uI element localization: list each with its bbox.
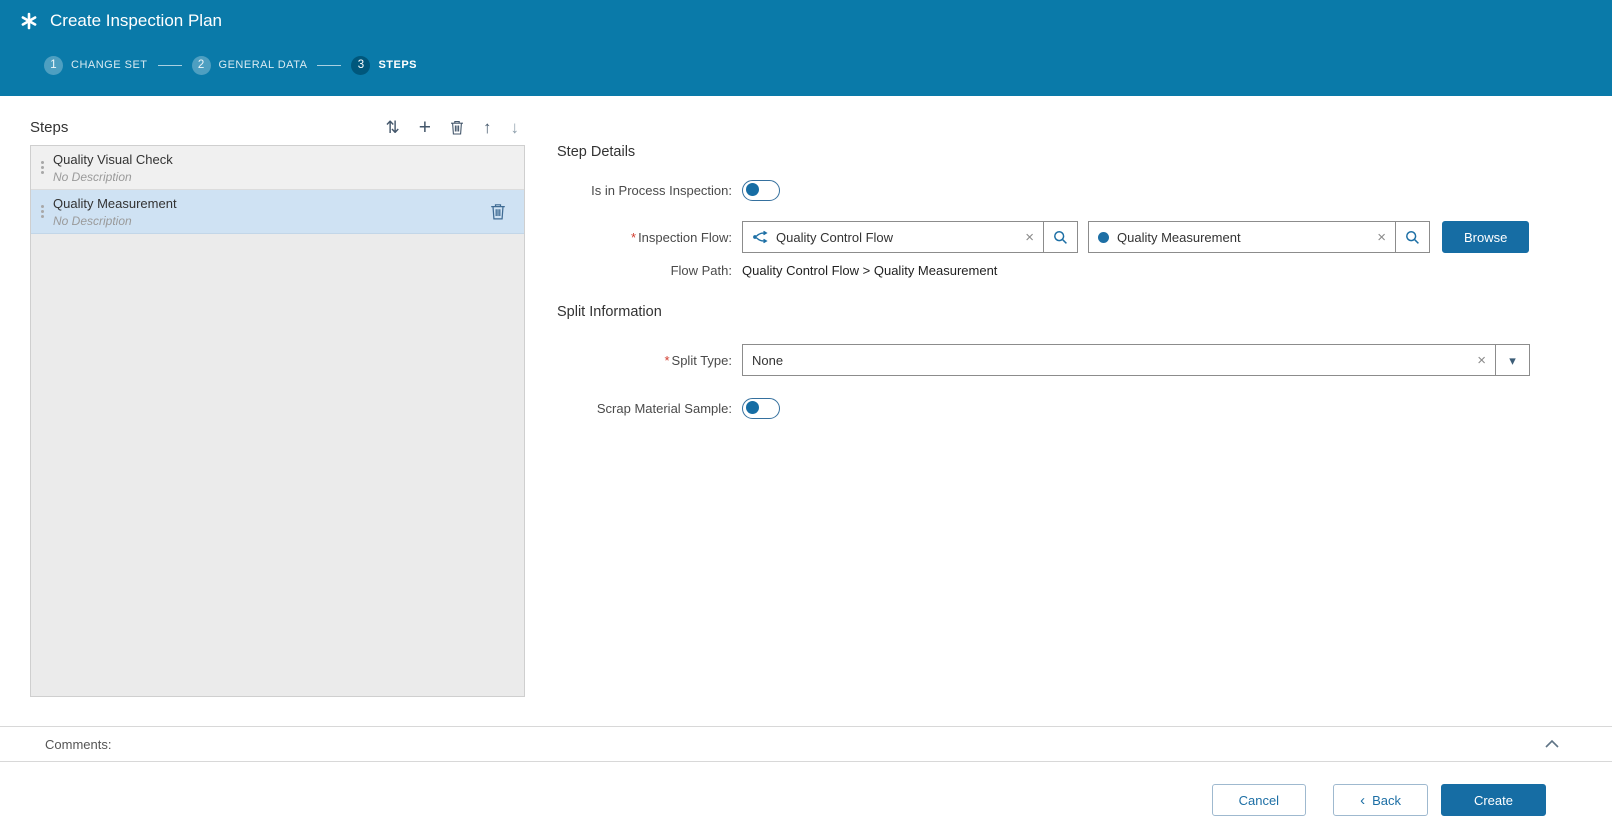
inspection-flow-label: *Inspection Flow: bbox=[557, 230, 742, 245]
section-step-details: Step Details bbox=[557, 144, 1612, 160]
required-marker: * bbox=[664, 353, 669, 368]
search-icon[interactable] bbox=[1396, 221, 1430, 253]
list-item[interactable]: Quality Visual Check No Description bbox=[31, 146, 524, 190]
delete-icon[interactable] bbox=[450, 120, 464, 135]
steps-panel: Steps ⇅ + ↑ ↓ bbox=[30, 96, 525, 726]
drag-handle-icon[interactable] bbox=[41, 205, 44, 208]
details-panel: Step Details Is in Process Inspection: *… bbox=[525, 96, 1612, 726]
step-number: 3 bbox=[351, 56, 370, 75]
browse-button[interactable]: Browse bbox=[1442, 221, 1529, 253]
scrap-material-label: Scrap Material Sample: bbox=[557, 401, 742, 416]
inspection-flow-field-2[interactable]: Quality Measurement × bbox=[1088, 221, 1396, 253]
in-process-label: Is in Process Inspection: bbox=[557, 183, 742, 198]
steps-list: Quality Visual Check No Description Qual… bbox=[30, 145, 525, 697]
step-item-name: Quality Measurement bbox=[53, 196, 490, 211]
comments-bar: Comments: bbox=[0, 726, 1612, 762]
field-value: Quality Control Flow bbox=[776, 230, 1017, 245]
step-steps[interactable]: 3 STEPS bbox=[351, 56, 417, 75]
field-value: None bbox=[752, 353, 1469, 368]
delete-step-icon[interactable] bbox=[490, 203, 506, 220]
step-label: STEPS bbox=[378, 59, 417, 71]
step-general-data[interactable]: 2 GENERAL DATA bbox=[192, 56, 308, 75]
step-item-description: No Description bbox=[53, 170, 514, 184]
drag-handle-icon[interactable] bbox=[41, 161, 44, 164]
step-item-description: No Description bbox=[53, 214, 490, 228]
step-label: CHANGE SET bbox=[71, 59, 148, 71]
split-type-select: None × ▾ bbox=[742, 344, 1530, 376]
inspection-flow-field-1[interactable]: Quality Control Flow × bbox=[742, 221, 1044, 253]
step-number: 1 bbox=[44, 56, 63, 75]
label-text: Split Type: bbox=[672, 353, 732, 368]
steps-toolbar: ⇅ + ↑ ↓ bbox=[385, 117, 525, 138]
chevron-left-icon: ‹ bbox=[1360, 793, 1365, 808]
inspection-flow-input-2: Quality Measurement × bbox=[1088, 221, 1430, 253]
main-content: Steps ⇅ + ↑ ↓ bbox=[0, 96, 1612, 726]
in-process-toggle[interactable] bbox=[742, 180, 780, 201]
label-text: Inspection Flow: bbox=[638, 230, 732, 245]
step-item-name: Quality Visual Check bbox=[53, 152, 514, 167]
field-value: Quality Measurement bbox=[1117, 230, 1369, 245]
flow-icon bbox=[752, 230, 768, 244]
asterisk-icon bbox=[20, 12, 38, 30]
chevron-up-icon[interactable] bbox=[1544, 739, 1560, 749]
page-title: Create Inspection Plan bbox=[50, 11, 222, 31]
move-up-icon[interactable]: ↑ bbox=[483, 119, 492, 136]
add-icon[interactable]: + bbox=[419, 117, 431, 138]
back-button[interactable]: ‹ Back bbox=[1333, 784, 1428, 816]
comments-label: Comments: bbox=[45, 737, 111, 752]
step-connector bbox=[158, 65, 182, 66]
toggle-knob bbox=[746, 401, 759, 414]
create-inspection-plan-dialog: Create Inspection Plan 1 CHANGE SET 2 GE… bbox=[0, 0, 1612, 830]
back-label: Back bbox=[1372, 793, 1401, 808]
caret-glyph: ▾ bbox=[1509, 354, 1516, 367]
status-dot-icon bbox=[1098, 232, 1109, 243]
scrap-material-toggle[interactable] bbox=[742, 398, 780, 419]
toggle-knob bbox=[746, 183, 759, 196]
move-down-icon[interactable]: ↓ bbox=[511, 119, 520, 136]
step-number: 2 bbox=[192, 56, 211, 75]
step-connector bbox=[317, 65, 341, 66]
chevron-down-icon[interactable]: ▾ bbox=[1496, 344, 1530, 376]
section-split-information: Split Information bbox=[557, 304, 1612, 320]
sort-icon[interactable]: ⇅ bbox=[385, 119, 399, 136]
split-type-field[interactable]: None × bbox=[742, 344, 1496, 376]
create-button[interactable]: Create bbox=[1441, 784, 1546, 816]
step-label: GENERAL DATA bbox=[219, 59, 308, 71]
step-change-set[interactable]: 1 CHANGE SET bbox=[44, 56, 148, 75]
wizard-stepper: 1 CHANGE SET 2 GENERAL DATA 3 STEPS bbox=[0, 42, 1612, 96]
search-icon[interactable] bbox=[1044, 221, 1078, 253]
flow-path-label: Flow Path: bbox=[557, 263, 742, 278]
split-type-label: *Split Type: bbox=[557, 353, 742, 368]
clear-icon[interactable]: × bbox=[1477, 353, 1486, 368]
steps-panel-title: Steps bbox=[30, 119, 68, 136]
dialog-header: Create Inspection Plan 1 CHANGE SET 2 GE… bbox=[0, 0, 1612, 96]
cancel-button[interactable]: Cancel bbox=[1212, 784, 1306, 816]
required-marker: * bbox=[631, 230, 636, 245]
clear-icon[interactable]: × bbox=[1377, 230, 1386, 245]
inspection-flow-input-1: Quality Control Flow × bbox=[742, 221, 1078, 253]
list-item[interactable]: Quality Measurement No Description bbox=[31, 190, 524, 234]
clear-icon[interactable]: × bbox=[1025, 230, 1034, 245]
flow-path-value: Quality Control Flow > Quality Measureme… bbox=[742, 263, 997, 278]
dialog-footer: Cancel ‹ Back Create bbox=[0, 762, 1612, 830]
